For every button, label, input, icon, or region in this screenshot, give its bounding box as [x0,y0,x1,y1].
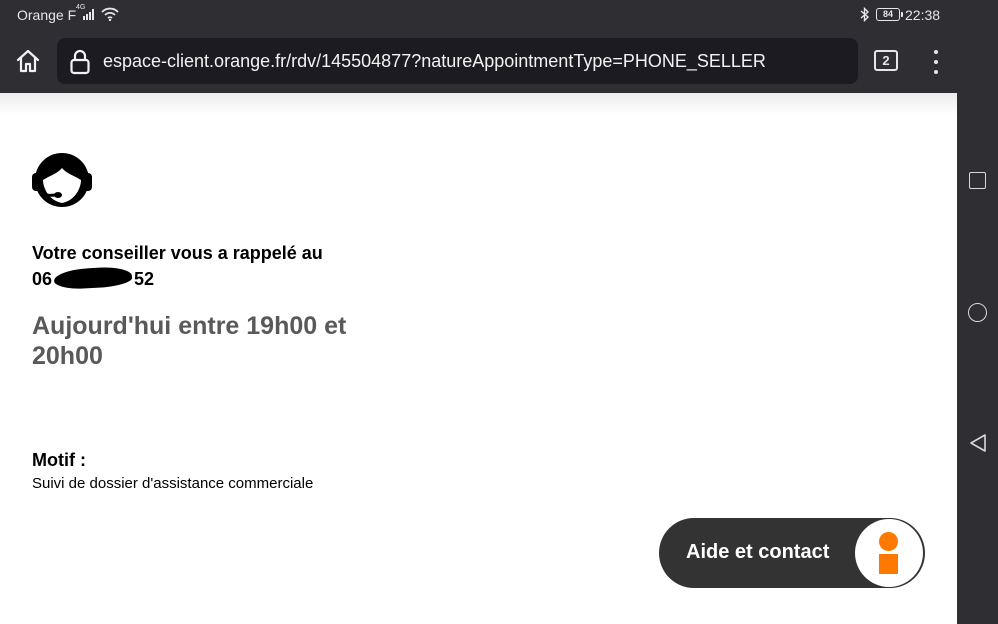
motif-label: Motif : [32,450,86,470]
menu-dot-icon [934,60,938,64]
phone-prefix: 06 [32,269,53,289]
motif-value: Suivi de dossier d'assistance commercial… [32,475,314,492]
bluetooth-icon [860,6,870,27]
back-button[interactable] [968,433,988,453]
menu-dot-icon [934,70,938,74]
wifi-icon [101,7,119,26]
phone-suffix: 52 [134,269,155,289]
headset-advisor-icon [32,153,92,207]
appointment-time-slot: Aujourd'hui entre 19h00 et 20h00 [32,312,347,370]
browser-menu-button[interactable] [926,48,946,76]
tabs-counter-button[interactable]: 2 [874,50,898,71]
home-icon [16,49,40,73]
callback-heading: Votre conseiller vous a rappelé au [32,243,323,263]
url-text[interactable]: espace-client.orange.fr/rdv/145504877?na… [103,51,766,72]
help-contact-button[interactable]: Aide et contact [659,518,925,588]
carrier-name: Orange F [17,7,77,23]
url-bar[interactable]: espace-client.orange.fr/rdv/145504877?na… [57,38,858,84]
help-contact-label: Aide et contact [686,541,830,563]
recents-button[interactable] [969,172,986,189]
battery-icon: 84 [876,8,903,21]
browser-toolbar: espace-client.orange.fr/rdv/145504877?na… [0,30,957,93]
orange-info-icon [855,519,923,587]
system-nav-bar [957,93,998,624]
home-button[interactable] [13,46,43,76]
signal-icon [83,9,94,20]
status-bar: Orange F 4G 84 22:38 [0,0,957,30]
phone-number: 06 52 [32,265,155,291]
home-nav-button[interactable] [968,303,987,322]
web-page: Votre conseiller vous a rappelé au 06 52 … [0,93,957,624]
status-time: 22:38 [905,7,941,23]
redaction-mark [53,265,133,291]
lock-icon[interactable] [69,49,91,80]
menu-dot-icon [934,50,938,54]
